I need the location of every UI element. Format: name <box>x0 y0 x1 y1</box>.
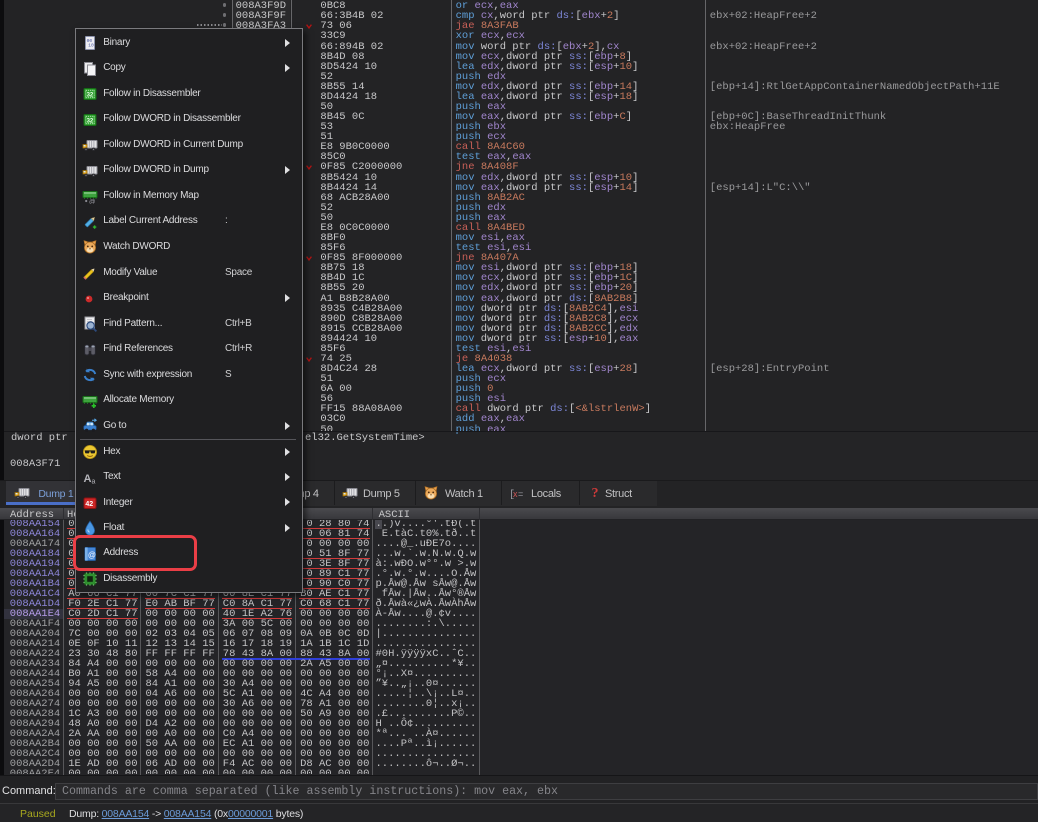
svg-text:42: 42 <box>85 501 93 508</box>
svg-text:@: @ <box>89 199 96 205</box>
svg-text:32: 32 <box>86 93 93 99</box>
svg-text:a: a <box>91 478 95 485</box>
svg-text:=: = <box>518 489 523 499</box>
svg-text:10: 10 <box>88 43 94 49</box>
svg-text:?: ? <box>592 486 599 500</box>
svg-text:32: 32 <box>86 118 93 124</box>
svg-text:A: A <box>83 473 91 485</box>
